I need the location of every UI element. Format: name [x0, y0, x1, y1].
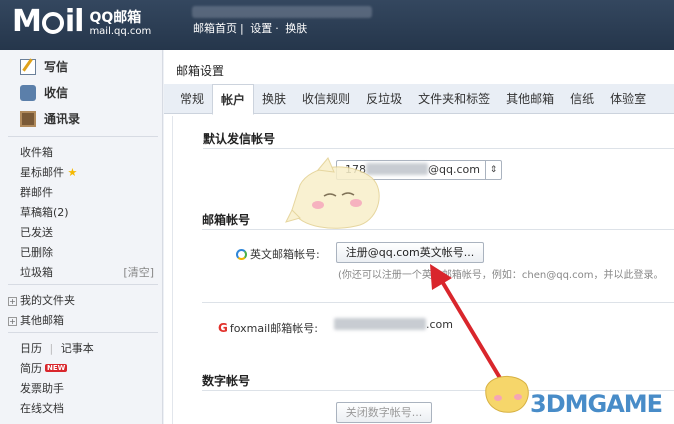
- folder-trash[interactable]: 垃圾箱: [20, 264, 53, 280]
- calendar-link[interactable]: 日历: [20, 342, 42, 355]
- settings-tabs: 常规 帐户 换肤 收信规则 反垃圾 文件夹和标签 其他邮箱 信纸 体验室: [164, 84, 674, 115]
- my-folders-label: 我的文件夹: [20, 294, 75, 307]
- new-badge: NEW: [45, 364, 68, 372]
- sidebar-divider: [8, 284, 158, 285]
- foxmail-label: foxmail邮箱帐号:: [229, 322, 318, 335]
- foxmail-value: .com: [334, 318, 453, 331]
- top-links: 邮箱首页 | 设置 · 换肤: [193, 20, 310, 36]
- site-watermark: 3DMGAME: [530, 390, 663, 418]
- top-bar: Mil QQ邮箱 mail.qq.com 邮箱首页 | 设置 · 换肤: [0, 0, 674, 50]
- english-account-label-row: 英文邮箱帐号:: [236, 246, 320, 262]
- tab-rules[interactable]: 收信规则: [294, 84, 358, 114]
- calendar-notes-row: 日历 | 记事本: [20, 340, 94, 356]
- sidebar-divider: [8, 332, 158, 333]
- tab-other-mail[interactable]: 其他邮箱: [498, 84, 562, 114]
- pencil-icon: [20, 58, 36, 75]
- register-english-account-button[interactable]: 注册@qq.com英文帐号...: [336, 242, 484, 263]
- clear-trash-link[interactable]: [清空]: [123, 264, 154, 280]
- folder-group[interactable]: 群邮件: [20, 184, 53, 200]
- my-folders-group[interactable]: + 我的文件夹: [8, 292, 75, 308]
- logo-brand: QQ邮箱: [89, 10, 142, 26]
- folder-starred-label: 星标邮件: [20, 166, 64, 179]
- english-account-label: 英文邮箱帐号:: [250, 248, 320, 261]
- logo-o-shape: [41, 12, 64, 34]
- tab-antispam[interactable]: 反垃圾: [358, 84, 410, 114]
- foxmail-label-row: Gfoxmail邮箱帐号:: [218, 320, 318, 336]
- tab-general[interactable]: 常规: [172, 84, 212, 114]
- contacts-button[interactable]: 通讯录: [20, 110, 80, 127]
- compose-label: 写信: [44, 60, 69, 74]
- section-divider: [202, 229, 674, 230]
- link-skin[interactable]: 换肤: [285, 22, 307, 35]
- tab-account[interactable]: 帐户: [212, 84, 255, 115]
- mail-account-heading: 邮箱帐号: [202, 213, 251, 227]
- default-sender-heading: 默认发信帐号: [203, 132, 276, 146]
- tab-lab[interactable]: 体验室: [602, 84, 654, 114]
- inbox-icon: [20, 84, 36, 101]
- notes-link[interactable]: 记事本: [61, 342, 94, 355]
- folder-deleted[interactable]: 已删除: [20, 244, 53, 260]
- tab-folders-labels[interactable]: 文件夹和标签: [410, 84, 498, 114]
- blurred-account-number: [366, 163, 428, 175]
- resume-link[interactable]: 简历 NEW: [20, 360, 68, 376]
- online-docs-link[interactable]: 在线文档: [20, 400, 64, 416]
- qq-mail-logo[interactable]: Mil QQ邮箱 mail.qq.com: [12, 4, 151, 40]
- page-title: 邮箱设置: [176, 64, 225, 78]
- foxmail-icon: G: [218, 321, 228, 335]
- folder-drafts[interactable]: 草稿箱(2): [20, 204, 69, 220]
- tab-stationery[interactable]: 信纸: [562, 84, 602, 114]
- top-separator: |: [240, 22, 244, 35]
- other-mail-group[interactable]: + 其他邮箱: [8, 312, 64, 328]
- section-divider: [202, 302, 674, 303]
- logo-domain: mail.qq.com: [89, 26, 152, 37]
- digital-account-heading: 数字帐号: [202, 374, 251, 388]
- sidebar-divider: [8, 136, 158, 137]
- section-divider: [203, 148, 674, 149]
- default-sender-prefix: 178: [345, 163, 366, 176]
- blurred-user-info: [192, 6, 372, 18]
- address-book-icon: [20, 110, 36, 127]
- contacts-label: 通讯录: [44, 112, 81, 126]
- expand-icon[interactable]: +: [8, 317, 17, 326]
- logo-wordmark: Mil: [12, 4, 84, 39]
- default-sender-suffix: @qq.com: [428, 163, 480, 176]
- inbox-label: 收信: [44, 86, 69, 100]
- separator: |: [49, 342, 54, 355]
- select-arrows-icon: ⇕: [485, 161, 501, 179]
- english-account-hint: (你还可以注册一个英文邮箱帐号，例如：chen@qq.com，并以此登录。: [338, 270, 664, 281]
- compose-button[interactable]: 写信: [20, 58, 68, 75]
- invoice-helper-link[interactable]: 发票助手: [20, 380, 64, 396]
- blurred-foxmail-address: [334, 318, 426, 330]
- inbox-button[interactable]: 收信: [20, 84, 68, 101]
- folder-inbox[interactable]: 收件箱: [20, 144, 53, 160]
- english-mail-icon: [236, 249, 247, 260]
- link-mail-home[interactable]: 邮箱首页: [193, 22, 237, 35]
- folder-sent[interactable]: 已发送: [20, 224, 53, 240]
- resume-label: 简历: [20, 362, 42, 375]
- tab-skin[interactable]: 换肤: [254, 84, 294, 114]
- top-separator: ·: [275, 22, 279, 35]
- foxmail-suffix: .com: [426, 318, 453, 331]
- expand-icon[interactable]: +: [8, 297, 17, 306]
- sidebar: 写信 收信 通讯录 收件箱 星标邮件 ★ 群邮件 草稿箱(2) 已发送 已删除 …: [0, 50, 163, 424]
- default-sender-select[interactable]: 178 @qq.com ⇕: [336, 160, 502, 180]
- star-icon: ★: [67, 166, 78, 179]
- link-settings[interactable]: 设置: [250, 22, 272, 35]
- other-mail-label: 其他邮箱: [20, 314, 64, 327]
- close-digital-account-button[interactable]: 关闭数字帐号...: [336, 402, 432, 423]
- folder-starred[interactable]: 星标邮件 ★: [20, 164, 77, 180]
